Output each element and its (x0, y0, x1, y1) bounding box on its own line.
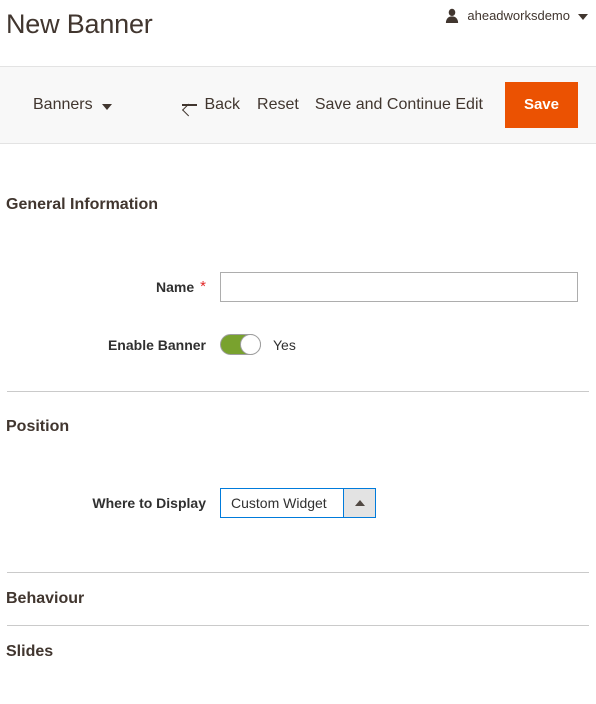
back-button-label: Back (204, 96, 241, 113)
divider-before-position (7, 391, 589, 392)
enable-banner-toggle[interactable] (220, 334, 261, 355)
section-title-behaviour[interactable]: Behaviour (6, 590, 590, 608)
enable-banner-toggle-wrap: Yes (220, 334, 296, 355)
section-position: Position Where to Display Custom Widget (6, 418, 590, 518)
user-icon (446, 8, 459, 23)
page-header: New Banner aheadworksdemo (0, 0, 596, 66)
required-asterisk: * (200, 278, 206, 295)
toggle-knob (240, 334, 261, 355)
where-to-display-select[interactable]: Custom Widget (220, 488, 376, 518)
field-label-enable-banner: Enable Banner (6, 337, 220, 353)
save-button[interactable]: Save (504, 82, 578, 128)
caret-up-icon (354, 500, 365, 506)
name-label: Name (156, 279, 195, 295)
page-actions-toolbar: Banners Back Reset Save and Continue Edi… (0, 66, 596, 144)
select-toggle-button[interactable] (343, 489, 375, 517)
store-switcher-label: Banners (33, 96, 93, 113)
where-to-display-selected-value: Custom Widget (231, 495, 327, 511)
name-input[interactable] (220, 272, 578, 302)
chevron-down-icon (578, 14, 588, 20)
page-title: New Banner (6, 9, 153, 39)
enable-banner-label: Enable Banner (107, 336, 206, 353)
field-row-name: Name * (6, 272, 590, 302)
field-label-name: Name * (6, 279, 220, 295)
arrow-left-icon (182, 98, 198, 112)
section-title-general-information[interactable]: General Information (6, 196, 590, 214)
field-row-enable-banner: Enable Banner Yes (6, 334, 590, 355)
form-body: General Information Name * Enable Banner… (0, 196, 596, 678)
section-general-information: General Information Name * Enable Banner… (6, 196, 590, 355)
toolbar-actions: Back Reset Save and Continue Edit Save (182, 82, 578, 128)
section-title-position[interactable]: Position (6, 418, 590, 436)
save-and-continue-edit-button[interactable]: Save and Continue Edit (307, 96, 491, 114)
field-row-where-to-display: Where to Display Custom Widget (6, 488, 590, 518)
chevron-down-icon (101, 103, 112, 110)
user-name-label: aheadworksdemo (467, 8, 570, 23)
user-account-menu[interactable]: aheadworksdemo (444, 8, 588, 24)
enable-banner-state-label: Yes (273, 336, 296, 353)
section-title-slides[interactable]: Slides (6, 643, 590, 661)
back-button[interactable]: Back (182, 96, 249, 114)
store-switcher[interactable]: Banners (33, 96, 112, 114)
section-slides[interactable]: Slides (6, 626, 590, 678)
reset-button[interactable]: Reset (249, 96, 307, 114)
where-to-display-label: Where to Display (92, 495, 206, 511)
field-label-where-to-display: Where to Display (6, 495, 220, 511)
section-behaviour[interactable]: Behaviour (6, 573, 590, 625)
